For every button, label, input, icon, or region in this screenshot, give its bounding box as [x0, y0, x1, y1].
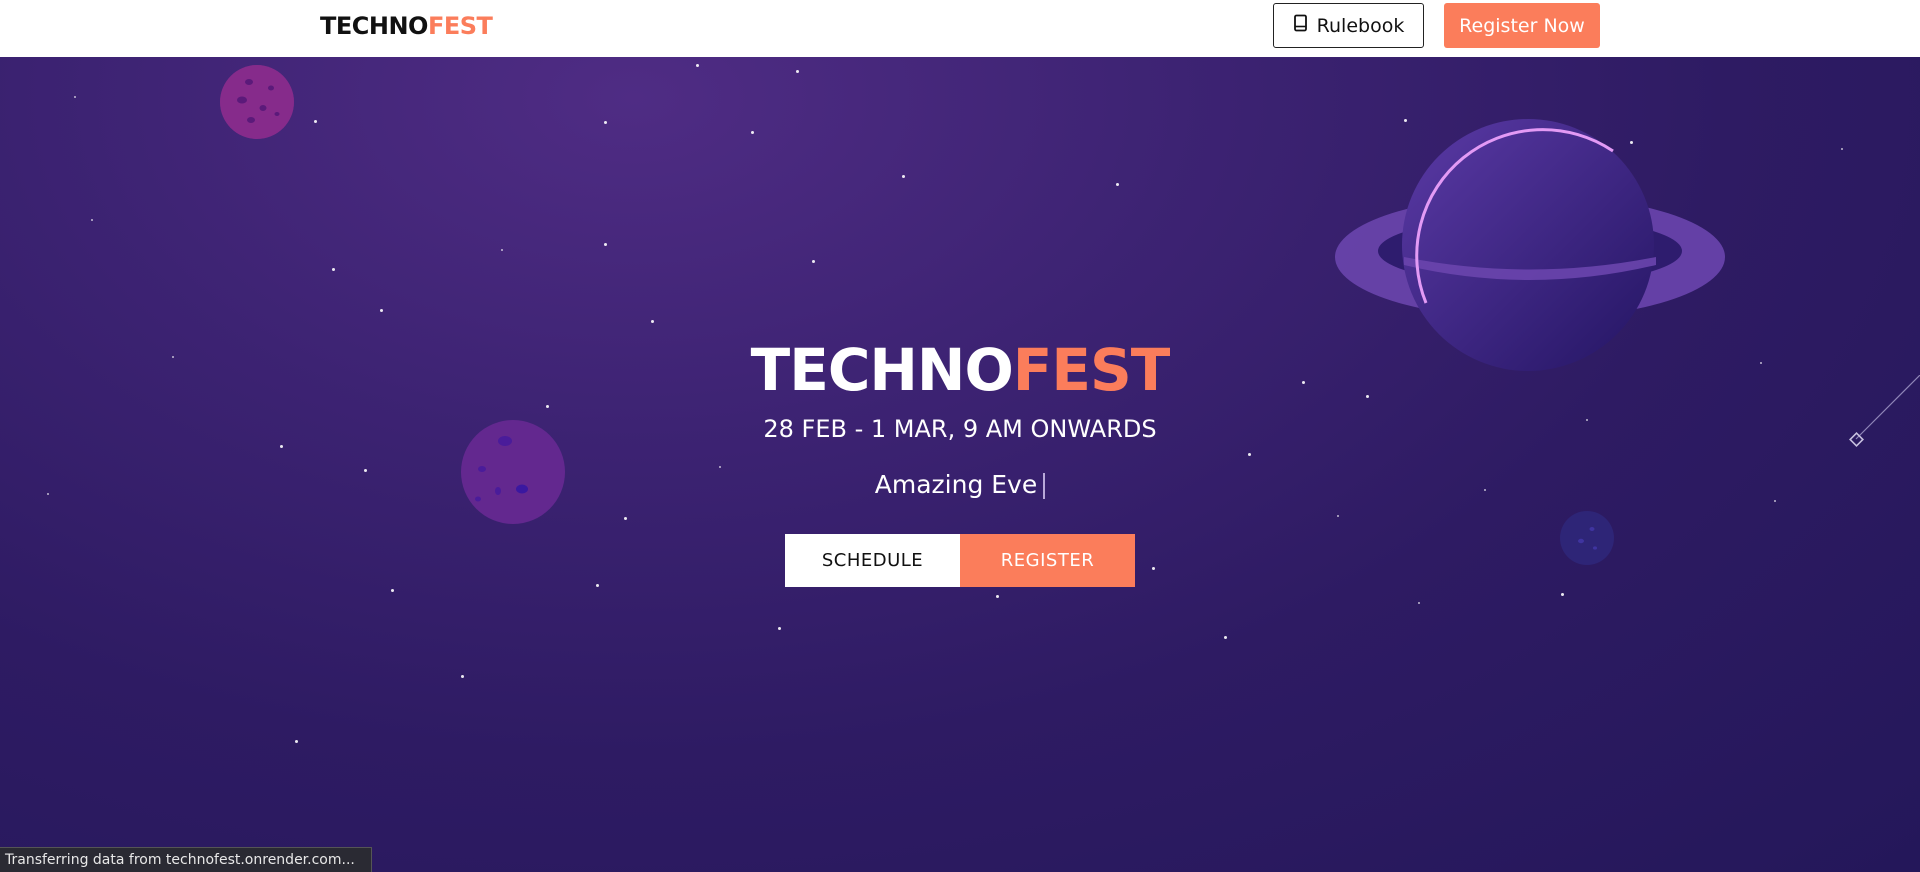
site-logo[interactable]: TECHNOFEST: [320, 12, 493, 40]
register-now-button[interactable]: Register Now: [1444, 3, 1600, 48]
register-button[interactable]: REGISTER: [960, 534, 1135, 587]
typed-tagline: Amazing Eve: [0, 468, 1920, 502]
hero-title-techno: TECHNO: [750, 336, 1014, 404]
hero-title: TECHNOFEST: [0, 335, 1920, 405]
book-icon: [1293, 14, 1309, 37]
logo-text-techno: TECHNO: [320, 12, 428, 40]
blue-planet-small: [1560, 511, 1614, 565]
event-dates: 28 FEB - 1 MAR, 9 AM ONWARDS: [763, 415, 1157, 443]
rulebook-button[interactable]: Rulebook: [1273, 3, 1424, 48]
typing-cursor: [1043, 473, 1046, 499]
schedule-button[interactable]: SCHEDULE: [785, 534, 960, 587]
browser-status-bar: Transferring data from technofest.onrend…: [0, 847, 372, 872]
rulebook-label: Rulebook: [1316, 14, 1405, 37]
typed-text: Amazing Eve: [874, 470, 1038, 499]
hero-section: TECHNOFEST 28 FEB - 1 MAR, 9 AM ONWARDS …: [0, 57, 1920, 872]
schedule-label: SCHEDULE: [821, 550, 924, 571]
logo-text-fest: FEST: [427, 12, 493, 40]
pink-planet-small: [220, 65, 294, 139]
register-now-label: Register Now: [1459, 14, 1585, 37]
top-navbar: TECHNOFEST Rulebook Register Now: [0, 0, 1920, 57]
hero-title-fest: FEST: [1012, 336, 1171, 404]
register-label: REGISTER: [1000, 550, 1095, 571]
